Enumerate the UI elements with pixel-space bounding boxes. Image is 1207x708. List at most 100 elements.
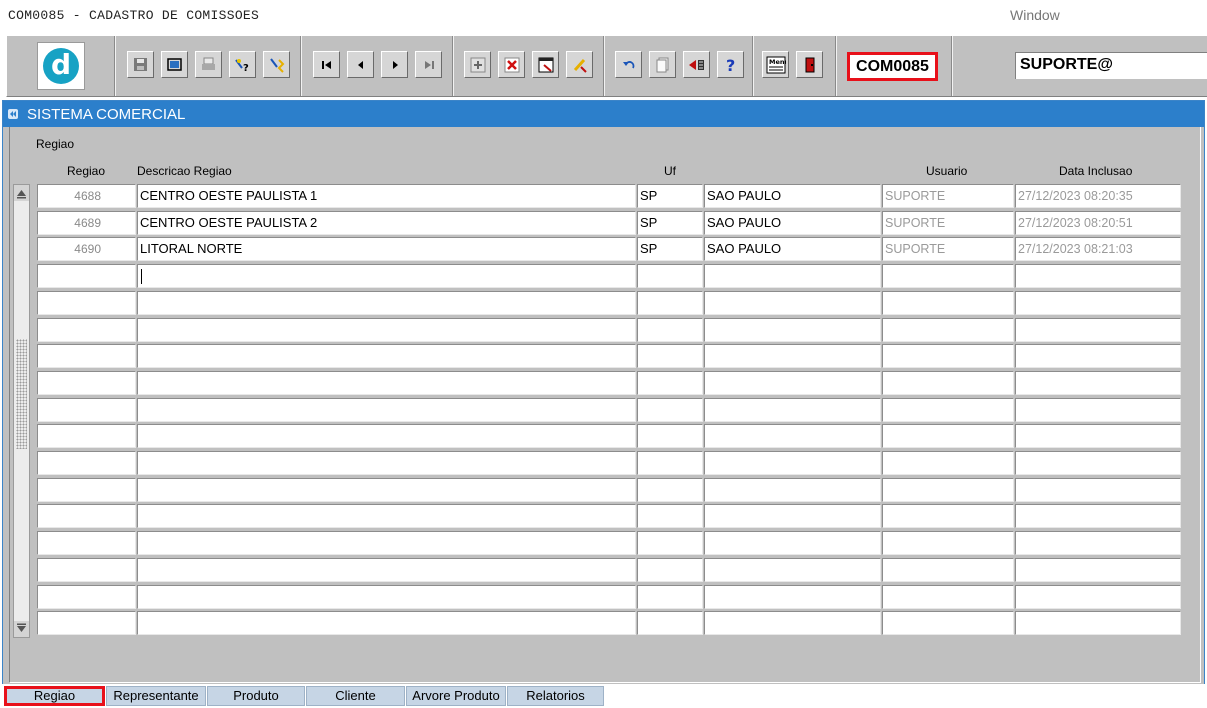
- tab-cliente[interactable]: Cliente: [306, 686, 405, 706]
- edit-record-button[interactable]: [532, 51, 559, 78]
- data-inclusao-field[interactable]: [1015, 344, 1181, 368]
- menu-window[interactable]: Window: [1010, 7, 1060, 23]
- usuario-field[interactable]: [882, 424, 1014, 448]
- regiao-field[interactable]: [37, 318, 136, 342]
- regiao-field[interactable]: [37, 291, 136, 315]
- estado-field[interactable]: [704, 504, 881, 528]
- usuario-field[interactable]: [882, 264, 1014, 288]
- uf-field[interactable]: [637, 344, 703, 368]
- query-help-button[interactable]: ?: [229, 51, 256, 78]
- delete-record-button[interactable]: [498, 51, 525, 78]
- data-inclusao-field[interactable]: [1015, 531, 1181, 555]
- regiao-field[interactable]: [37, 531, 136, 555]
- uf-field[interactable]: SP: [637, 237, 703, 261]
- scroll-up-button[interactable]: [14, 185, 29, 201]
- insert-record-button[interactable]: [464, 51, 491, 78]
- usuario-field[interactable]: [882, 478, 1014, 502]
- estado-field[interactable]: [704, 478, 881, 502]
- estado-field[interactable]: SAO PAULO: [704, 237, 881, 261]
- usuario-field[interactable]: [882, 451, 1014, 475]
- uf-field[interactable]: [637, 585, 703, 609]
- data-inclusao-field[interactable]: [1015, 478, 1181, 502]
- estado-field[interactable]: [704, 344, 881, 368]
- uf-field[interactable]: SP: [637, 211, 703, 235]
- descricao-field[interactable]: [137, 291, 636, 315]
- tab-produto[interactable]: Produto: [207, 686, 305, 706]
- regiao-field[interactable]: [37, 398, 136, 422]
- scroll-grip[interactable]: [16, 339, 27, 449]
- descricao-field[interactable]: CENTRO OESTE PAULISTA 2: [137, 211, 636, 235]
- regiao-field[interactable]: [37, 478, 136, 502]
- estado-field[interactable]: SAO PAULO: [704, 184, 881, 208]
- uf-field[interactable]: SP: [637, 184, 703, 208]
- descricao-field[interactable]: [137, 611, 636, 635]
- uf-field[interactable]: [637, 398, 703, 422]
- descricao-field[interactable]: [137, 531, 636, 555]
- data-inclusao-field[interactable]: [1015, 558, 1181, 582]
- usuario-field[interactable]: SUPORTE: [882, 184, 1014, 208]
- descricao-field[interactable]: [137, 424, 636, 448]
- uf-field[interactable]: [637, 291, 703, 315]
- descricao-field[interactable]: [137, 371, 636, 395]
- data-inclusao-field[interactable]: [1015, 585, 1181, 609]
- uf-field[interactable]: [637, 531, 703, 555]
- usuario-field[interactable]: [882, 558, 1014, 582]
- estado-field[interactable]: [704, 424, 881, 448]
- data-inclusao-field[interactable]: [1015, 504, 1181, 528]
- estado-field[interactable]: [704, 318, 881, 342]
- estado-field[interactable]: [704, 451, 881, 475]
- descricao-field[interactable]: [137, 264, 636, 288]
- uf-field[interactable]: [637, 424, 703, 448]
- regiao-field[interactable]: [37, 371, 136, 395]
- tab-relatorios[interactable]: Relatorios: [507, 686, 604, 706]
- data-inclusao-field[interactable]: [1015, 424, 1181, 448]
- uf-field[interactable]: [637, 611, 703, 635]
- descricao-field[interactable]: [137, 478, 636, 502]
- estado-field[interactable]: [704, 398, 881, 422]
- tab-regiao[interactable]: Regiao: [4, 686, 105, 706]
- undo-button[interactable]: [615, 51, 642, 78]
- usuario-field[interactable]: [882, 371, 1014, 395]
- estado-field[interactable]: [704, 531, 881, 555]
- data-inclusao-field[interactable]: [1015, 264, 1181, 288]
- tab-representante[interactable]: Representante: [106, 686, 206, 706]
- descricao-field[interactable]: LITORAL NORTE: [137, 237, 636, 261]
- uf-field[interactable]: [637, 558, 703, 582]
- descricao-field[interactable]: [137, 451, 636, 475]
- last-record-button[interactable]: [415, 51, 442, 78]
- clear-record-button[interactable]: [566, 51, 593, 78]
- estado-field[interactable]: SAO PAULO: [704, 211, 881, 235]
- data-inclusao-field[interactable]: [1015, 371, 1181, 395]
- window-button[interactable]: [161, 51, 188, 78]
- usuario-field[interactable]: [882, 344, 1014, 368]
- data-inclusao-field[interactable]: [1015, 398, 1181, 422]
- first-record-button[interactable]: [313, 51, 340, 78]
- help-button[interactable]: ?: [717, 51, 744, 78]
- usuario-field[interactable]: [882, 611, 1014, 635]
- usuario-field[interactable]: SUPORTE: [882, 237, 1014, 261]
- usuario-field[interactable]: SUPORTE: [882, 211, 1014, 235]
- copy-button[interactable]: [649, 51, 676, 78]
- regiao-field[interactable]: [37, 558, 136, 582]
- estado-field[interactable]: [704, 585, 881, 609]
- uf-field[interactable]: [637, 504, 703, 528]
- descricao-field[interactable]: [137, 318, 636, 342]
- save-button[interactable]: [127, 51, 154, 78]
- uf-field[interactable]: [637, 371, 703, 395]
- regiao-field[interactable]: 4689: [37, 211, 136, 235]
- descricao-field[interactable]: [137, 558, 636, 582]
- next-record-button[interactable]: [381, 51, 408, 78]
- data-inclusao-field[interactable]: 27/12/2023 08:20:51: [1015, 211, 1181, 235]
- estado-field[interactable]: [704, 371, 881, 395]
- data-inclusao-field[interactable]: 27/12/2023 08:20:35: [1015, 184, 1181, 208]
- uf-field[interactable]: [637, 451, 703, 475]
- descricao-field[interactable]: [137, 504, 636, 528]
- data-inclusao-field[interactable]: 27/12/2023 08:21:03: [1015, 237, 1181, 261]
- estado-field[interactable]: [704, 558, 881, 582]
- uf-field[interactable]: [637, 318, 703, 342]
- estado-field[interactable]: [704, 264, 881, 288]
- data-inclusao-field[interactable]: [1015, 611, 1181, 635]
- print-button[interactable]: [195, 51, 222, 78]
- usuario-field[interactable]: [882, 585, 1014, 609]
- exit-form-button[interactable]: [683, 51, 710, 78]
